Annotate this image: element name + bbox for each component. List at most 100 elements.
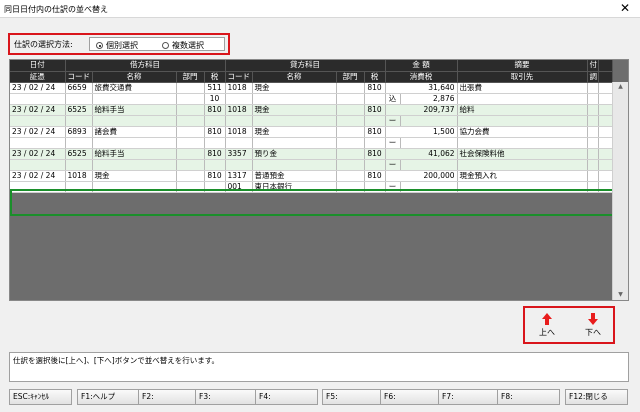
cell-dr-code[interactable]: 6525 [65, 148, 93, 160]
cell-dr-name[interactable]: 旅費交通費 [92, 82, 177, 94]
cell-empty[interactable] [598, 137, 613, 149]
fkey-f12[interactable]: F12:閉じる [565, 389, 628, 405]
cell-empty[interactable] [598, 104, 613, 116]
table-row[interactable]: 23 / 02 / 24 6893 諸会費 810 1018 現金 810 1,500 協力会費 [10, 126, 613, 138]
cell-amount[interactable]: 209,737 [385, 104, 458, 116]
move-up-button[interactable]: 上へ [529, 310, 565, 342]
cell-empty[interactable] [598, 115, 613, 127]
scroll-up-icon[interactable]: ▲ [613, 82, 628, 92]
table-row-sub[interactable]: ー [10, 159, 613, 171]
cell-voucher[interactable] [10, 181, 66, 193]
cell-dr-dept[interactable] [176, 148, 205, 160]
cell-empty[interactable] [587, 82, 599, 94]
move-down-button[interactable]: 下へ [575, 310, 611, 342]
radio-individual-label[interactable]: 個別選択 [106, 40, 138, 51]
cell-empty[interactable] [598, 159, 613, 171]
cell-tax-amount[interactable]: 2,876 [400, 93, 458, 105]
table-row-sub[interactable]: 001 東日本銀行 ー [10, 181, 613, 193]
cell-empty[interactable] [92, 93, 177, 105]
cell-dr-tax[interactable]: 810 [204, 126, 226, 138]
cell-cr-name2[interactable] [252, 115, 337, 127]
cell-date[interactable]: 23 / 02 / 24 [10, 170, 66, 182]
cell-tax-flag[interactable]: ー [385, 137, 401, 149]
cell-empty[interactable] [364, 159, 386, 171]
cell-cr-name[interactable]: 現金 [252, 82, 337, 94]
table-row-sub[interactable]: ー [10, 115, 613, 127]
cell-empty[interactable] [587, 148, 599, 160]
cell-tax-amount[interactable] [400, 181, 458, 193]
cell-cr-code2[interactable] [225, 159, 253, 171]
cell-partner[interactable] [457, 93, 588, 105]
cell-amount[interactable]: 31,640 [385, 82, 458, 94]
cell-cr-tax[interactable]: 810 [364, 170, 386, 182]
move-up-label[interactable]: 上へ [539, 328, 555, 337]
up-arrow-icon[interactable] [541, 312, 553, 326]
cell-dr-tax[interactable]: 810 [204, 104, 226, 116]
cell-empty[interactable] [92, 115, 177, 127]
cell-cr-code[interactable]: 1018 [225, 126, 253, 138]
fkey-f2[interactable]: F2: [138, 389, 201, 405]
cell-cr-tax[interactable]: 810 [364, 104, 386, 116]
cell-empty[interactable] [587, 93, 599, 105]
cell-empty[interactable] [587, 159, 599, 171]
cell-cr-dept[interactable] [336, 82, 365, 94]
cell-empty[interactable] [598, 126, 613, 138]
cell-partner[interactable] [457, 159, 588, 171]
cell-empty[interactable] [364, 93, 386, 105]
cell-cr-code2[interactable] [225, 137, 253, 149]
radio-multiple-label[interactable]: 複数選択 [172, 40, 204, 51]
cell-tax-flag[interactable]: 込 [385, 93, 401, 105]
cell-date[interactable]: 23 / 02 / 24 [10, 148, 66, 160]
cell-cr-code[interactable]: 1018 [225, 82, 253, 94]
cell-cr-name[interactable]: 現金 [252, 104, 337, 116]
cell-cr-code2[interactable] [225, 115, 253, 127]
cell-tax-flag[interactable]: ー [385, 115, 401, 127]
cell-memo[interactable]: 社会保険料他 [457, 148, 588, 160]
cell-dr-dept[interactable] [176, 82, 205, 94]
cell-memo[interactable]: 協力会費 [457, 126, 588, 138]
cell-cr-code[interactable]: 1018 [225, 104, 253, 116]
cell-empty[interactable] [176, 93, 205, 105]
cell-dr-code[interactable]: 6525 [65, 104, 93, 116]
cell-date[interactable]: 23 / 02 / 24 [10, 126, 66, 138]
cell-tax-amount[interactable] [400, 159, 458, 171]
cell-cr-name[interactable]: 預り金 [252, 148, 337, 160]
cell-tax-flag[interactable]: ー [385, 181, 401, 193]
cell-empty[interactable] [598, 82, 613, 94]
fkey-f7[interactable]: F7: [438, 389, 501, 405]
cell-empty[interactable] [587, 181, 599, 193]
cell-empty[interactable] [336, 93, 365, 105]
cell-cr-tax[interactable]: 810 [364, 148, 386, 160]
cell-cr-dept[interactable] [336, 170, 365, 182]
fkey-f4[interactable]: F4: [255, 389, 318, 405]
table-row[interactable]: 23 / 02 / 24 1018 現金 810 1317 普通預金 810 200,000 現… [10, 170, 613, 182]
cell-empty[interactable] [598, 148, 613, 160]
cell-partner[interactable] [457, 137, 588, 149]
cell-cr-dept[interactable] [336, 148, 365, 160]
cell-empty[interactable] [65, 137, 93, 149]
cell-cr-tax[interactable]: 810 [364, 126, 386, 138]
cell-cr-name[interactable]: 現金 [252, 126, 337, 138]
cell-dr-tax2[interactable] [204, 181, 226, 193]
cell-empty[interactable] [176, 115, 205, 127]
fkey-f3[interactable]: F3: [195, 389, 258, 405]
cell-empty[interactable] [336, 181, 365, 193]
radio-multiple[interactable]: 複数選択 [162, 40, 204, 51]
cell-memo[interactable]: 現金預入れ [457, 170, 588, 182]
cell-cr-name2[interactable] [252, 137, 337, 149]
down-arrow-icon[interactable] [587, 312, 599, 326]
cell-dr-code[interactable]: 1018 [65, 170, 93, 182]
fkey-f1[interactable]: F1:ヘルプ [77, 389, 140, 405]
cell-dr-name[interactable]: 諸会費 [92, 126, 177, 138]
cell-tax-amount[interactable] [400, 115, 458, 127]
cell-cr-code[interactable]: 3357 [225, 148, 253, 160]
radio-multiple-indicator[interactable] [162, 42, 169, 49]
fkey-f6[interactable]: F6: [380, 389, 443, 405]
cell-cr-name2[interactable]: 東日本銀行 [252, 181, 337, 193]
fkey-f8[interactable]: F8: [497, 389, 560, 405]
cell-dr-dept[interactable] [176, 104, 205, 116]
cell-dr-dept[interactable] [176, 126, 205, 138]
cell-dr-tax[interactable]: 511 [204, 82, 226, 94]
vertical-scrollbar[interactable]: ▲ ▼ [612, 82, 628, 300]
cell-voucher[interactable] [10, 137, 66, 149]
